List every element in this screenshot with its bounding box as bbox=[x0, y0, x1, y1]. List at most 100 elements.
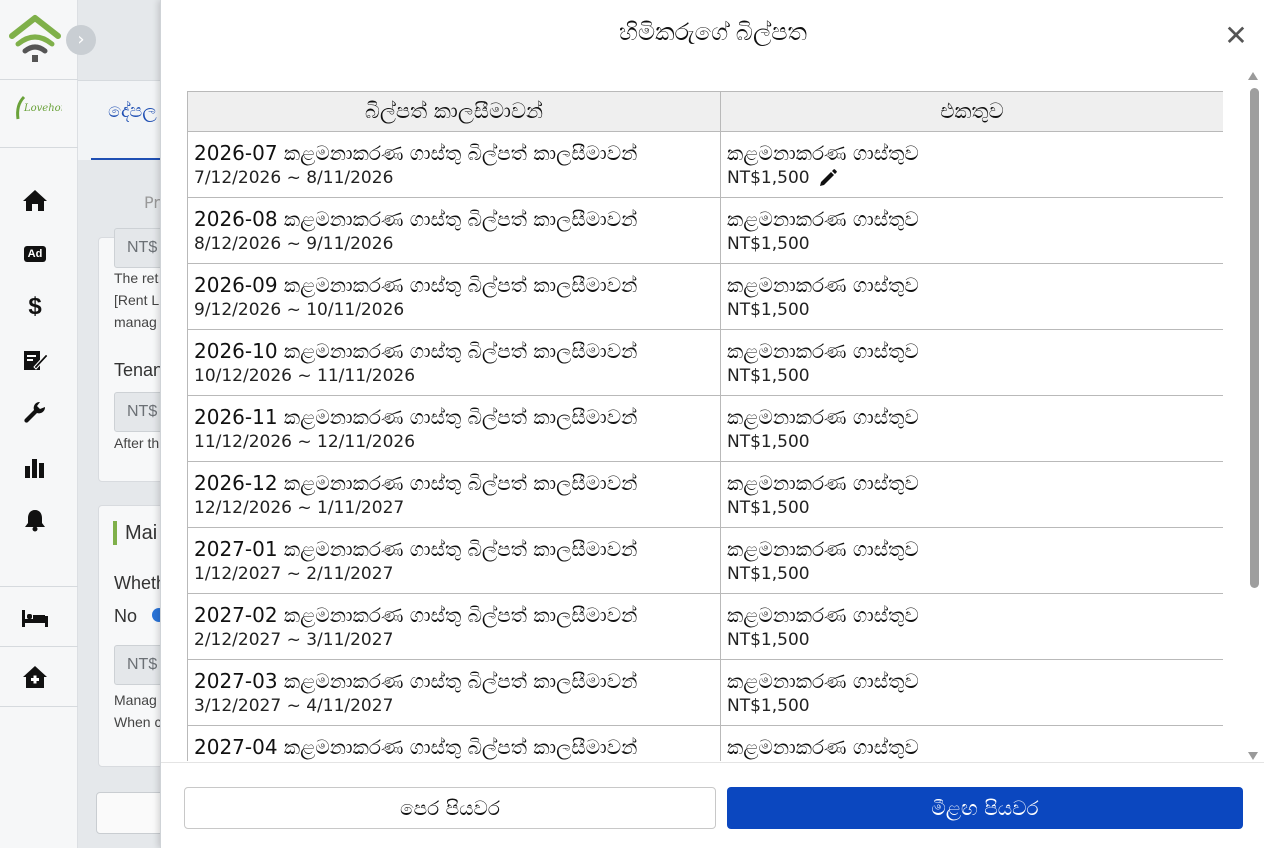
wrench-icon[interactable] bbox=[20, 398, 50, 428]
modal-scrollbar[interactable] bbox=[1247, 72, 1261, 760]
period-dates: 2/12/2027 ~ 3/11/2027 bbox=[194, 630, 394, 650]
period-dates: 3/12/2027 ~ 4/11/2027 bbox=[194, 696, 394, 716]
whether-label: Wheth bbox=[114, 573, 167, 593]
section-accent-bar bbox=[113, 521, 117, 545]
card-text-line: The ret bbox=[114, 270, 159, 286]
period-cell: 2027-03 කළමනාකරණ ගාස්තු බිල්පත් කාලසීමාව… bbox=[187, 659, 721, 726]
column-header-total: එකතුව bbox=[720, 91, 1223, 132]
period-cell: 2026-08 කළමනාකරණ ගාස්තු බිල්පත් කාලසීමාව… bbox=[187, 197, 721, 264]
table-row: 2026-08 කළමනාකරණ ගාස්තු බිල්පත් කාලසීමාව… bbox=[187, 197, 1223, 264]
period-name: 2027-03 කළමනාකරණ ගාස්තු බිල්පත් කාලසීමාව… bbox=[194, 669, 638, 693]
card-text-line: When c bbox=[114, 714, 162, 730]
card-text-line: After th bbox=[114, 435, 160, 451]
period-name: 2026-12 කළමනාකරණ ගාස්තු බිල්පත් කාලසීමාව… bbox=[194, 471, 638, 495]
period-name: 2026-09 කළමනාකරණ ගාස්තු බිල්පත් කාලසීමාව… bbox=[194, 273, 638, 297]
card-text-line: Manag bbox=[114, 692, 157, 708]
scroll-thumb[interactable] bbox=[1250, 88, 1259, 588]
period-dates: 9/12/2026 ~ 10/11/2026 bbox=[194, 300, 405, 320]
table-row: 2026-07 කළමනාකරණ ගාස්තු බිල්පත් කාලසීමාව… bbox=[187, 131, 1223, 198]
sidebar-divider bbox=[0, 586, 78, 587]
fee-name: කළමනාකරණ ගාස්තුව bbox=[727, 207, 919, 231]
fee-amount: NT$1,500 bbox=[727, 564, 810, 584]
owner-bill-modal: හිමිකරුගේ බිල්පත ✕ බිල්පත් කාලසීමාවන් එක… bbox=[160, 0, 1264, 848]
home-icon[interactable] bbox=[20, 185, 50, 215]
fee-name: කළමනාකරණ ගාස්තුව bbox=[727, 669, 919, 693]
period-name: 2026-10 කළමනාකරණ ගාස්තු බිල්පත් කාලසීමාව… bbox=[194, 339, 638, 363]
ad-badge-text: Ad bbox=[23, 246, 47, 262]
bill-table-container: බිල්පත් කාලසීමාවන් එකතුව 2026-07 කළමනාකර… bbox=[187, 91, 1223, 761]
contract-icon[interactable] bbox=[20, 345, 50, 375]
previous-step-button[interactable]: පෙර පියවර bbox=[184, 787, 716, 829]
bill-table: බිල්පත් කාලසීමාවන් එකතුව 2026-07 කළමනාකර… bbox=[187, 91, 1223, 761]
fee-name: කළමනාකරණ ගාස්තුව bbox=[727, 339, 919, 363]
fee-amount-row: NT$1,500 bbox=[727, 628, 1217, 652]
modal-footer: පෙර පියවර මීළඟ පියවර bbox=[161, 762, 1264, 848]
scroll-up-arrow-icon[interactable] bbox=[1248, 72, 1258, 80]
fee-name: කළමනාකරණ ගාස්තුව bbox=[727, 471, 919, 495]
period-cell: 2026-11 කළමනාකරණ ගාස්තු බිල්පත් කාලසීමාව… bbox=[187, 395, 721, 462]
fee-name: කළමනාකරණ ගාස්තුව bbox=[727, 603, 919, 627]
sidebar-divider bbox=[0, 706, 78, 707]
table-row: 2026-12 කළමනාකරණ ගාස්තු බිල්පත් කාලසීමාව… bbox=[187, 461, 1223, 528]
subtab[interactable]: Pr bbox=[144, 193, 160, 212]
bell-icon[interactable] bbox=[20, 505, 50, 535]
section-title: Mai bbox=[125, 522, 158, 544]
period-dates: 10/12/2026 ~ 11/11/2026 bbox=[194, 366, 416, 386]
ad-icon[interactable]: Ad bbox=[20, 239, 50, 269]
card-text-line: manag bbox=[114, 314, 157, 330]
fee-amount-row: NT$1,500 bbox=[727, 364, 1217, 388]
sidebar: Lovehome Ad $ bbox=[0, 0, 78, 848]
period-name: 2027-04 කළමනාකරණ ගාස්තු බිල්පත් කාලසීමාව… bbox=[194, 735, 638, 759]
svg-text:Lovehome: Lovehome bbox=[23, 103, 62, 114]
period-cell: 2026-09 කළමනාකරණ ගාස්තු බිල්පත් කාලසීමාව… bbox=[187, 263, 721, 330]
fee-name: කළමනාකරණ ගාස්තුව bbox=[727, 735, 919, 759]
fee-name: කළමනාකරණ ගාස්තුව bbox=[727, 141, 919, 165]
total-cell: කළමනාකරණ ගාස්තුව NT$1,500 bbox=[720, 395, 1223, 462]
total-cell: කළමනාකරණ ගාස්තුව NT$1,500 bbox=[720, 527, 1223, 594]
sidebar-divider bbox=[0, 646, 78, 647]
currency-prefix: NT$ bbox=[127, 403, 158, 420]
fee-amount-row: NT$1,500 bbox=[727, 496, 1217, 520]
fee-amount: NT$1,500 bbox=[727, 168, 810, 188]
house-icon[interactable] bbox=[20, 662, 50, 692]
fee-amount-row: NT$1,500 bbox=[727, 430, 1217, 454]
table-row: 2026-10 කළමනාකරණ ගාස්තු බිල්පත් කාලසීමාව… bbox=[187, 329, 1223, 396]
tab-property[interactable]: දේපල bbox=[108, 100, 157, 122]
table-row: 2027-03 කළමනාකරණ ගාස්තු බිල්පත් කාලසීමාව… bbox=[187, 659, 1223, 726]
table-header-row: බිල්පත් කාලසීමාවන් එකතුව bbox=[187, 91, 1223, 132]
period-dates: 7/12/2026 ~ 8/11/2026 bbox=[194, 168, 394, 188]
total-cell: කළමනාකරණ ගාස්තුව NT$1,500 bbox=[720, 131, 1223, 198]
pencil-edit-icon[interactable] bbox=[818, 168, 838, 188]
dollar-icon[interactable]: $ bbox=[20, 292, 50, 322]
fee-amount: NT$1,500 bbox=[727, 234, 810, 254]
currency-prefix: NT$ bbox=[127, 656, 158, 673]
period-cell: 2027-02 කළමනාකරණ ගාස්තු බිල්පත් කාලසීමාව… bbox=[187, 593, 721, 660]
sidebar-expand-button[interactable]: › bbox=[66, 25, 96, 55]
chart-icon[interactable] bbox=[20, 452, 50, 482]
fee-amount: NT$1,500 bbox=[727, 300, 810, 320]
fee-amount: NT$1,500 bbox=[727, 630, 810, 650]
table-row: 2026-09 කළමනාකරණ ගාස්තු බිල්පත් කාලසීමාව… bbox=[187, 263, 1223, 330]
fee-amount: NT$1,500 bbox=[727, 366, 810, 386]
bed-icon[interactable] bbox=[20, 603, 50, 633]
wifi-home-logo-icon bbox=[9, 15, 61, 62]
dollar-sign-text: $ bbox=[28, 293, 42, 320]
total-cell: කළමනාකරණ ගාස්තුව NT$1,500 bbox=[720, 197, 1223, 264]
close-icon[interactable]: ✕ bbox=[1222, 22, 1250, 50]
column-header-period: බිල්පත් කාලසීමාවන් bbox=[187, 91, 721, 132]
currency-prefix: NT$ bbox=[127, 239, 158, 256]
table-row: 2026-11 කළමනාකරණ ගාස්තු බිල්පත් කාලසීමාව… bbox=[187, 395, 1223, 462]
sidebar-divider bbox=[0, 147, 78, 148]
total-cell: කළමනාකරණ ගාස්තුව NT$1,500 bbox=[720, 329, 1223, 396]
next-step-button[interactable]: මීළඟ පියවර bbox=[727, 787, 1243, 829]
sidebar-divider bbox=[0, 79, 78, 80]
period-name: 2027-02 කළමනාකරණ ගාස්තු බිල්පත් කාලසීමාව… bbox=[194, 603, 638, 627]
period-cell: 2026-12 කළමනාකරණ ගාස්තු බිල්පත් කාලසීමාව… bbox=[187, 461, 721, 528]
period-cell: 2026-10 කළමනාකරණ ගාස්තු බිල්පත් කාලසීමාව… bbox=[187, 329, 721, 396]
fee-amount: NT$1,500 bbox=[727, 498, 810, 518]
period-name: 2026-08 කළමනාකරණ ගාස්තු බිල්පත් කාලසීමාව… bbox=[194, 207, 638, 231]
period-name: 2027-01 කළමනාකරණ ගාස්තු බිල්පත් කාලසීමාව… bbox=[194, 537, 638, 561]
scroll-down-arrow-icon[interactable] bbox=[1248, 752, 1258, 760]
period-name: 2026-11 කළමනාකරණ ගාස්තු බිල්පත් කාලසීමාව… bbox=[194, 405, 638, 429]
period-dates: 1/12/2027 ~ 2/11/2027 bbox=[194, 564, 394, 584]
